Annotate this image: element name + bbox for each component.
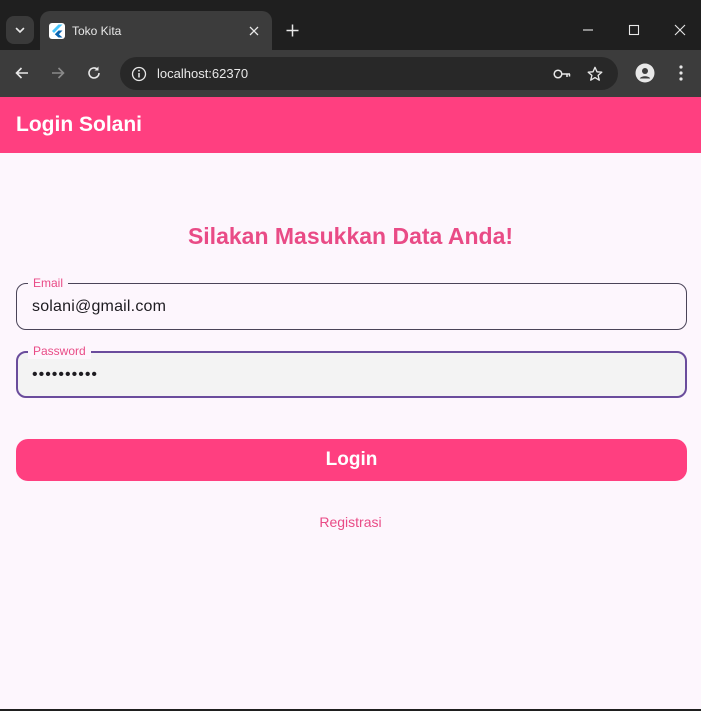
bookmark-button[interactable] [584,63,606,85]
app-bar: Login Solani [0,97,701,153]
forward-button[interactable] [46,61,70,85]
browser-tab[interactable]: Toko Kita [40,11,272,50]
login-button[interactable]: Login [16,439,687,481]
tab-list-button[interactable] [6,16,34,44]
plus-icon [286,24,298,36]
site-info-button[interactable] [128,63,150,85]
email-label: Email [28,275,69,291]
browser-menu-button[interactable] [669,61,693,85]
password-label: Password [28,343,91,359]
register-link[interactable]: Registrasi [319,514,381,530]
key-icon [553,69,571,79]
close-tab-button[interactable] [244,21,264,41]
maximize-icon [628,24,640,36]
password-manager-button[interactable] [551,63,573,85]
tab-title: Toko Kita [72,24,122,38]
reload-icon [88,66,100,79]
back-button[interactable] [10,61,34,85]
password-field[interactable]: Password •••••••••• [16,343,687,398]
browser-titlebar: Toko Kita [0,0,701,50]
close-icon [249,26,259,36]
minimize-button[interactable] [572,14,604,46]
address-bar[interactable]: localhost:62370 [120,57,618,90]
close-icon [674,24,686,36]
minimize-icon [583,29,593,31]
back-arrow-icon [15,67,28,79]
email-input[interactable]: solani@gmail.com [32,297,671,317]
app-bar-title: Login Solani [16,113,142,136]
new-tab-button[interactable] [280,18,304,42]
email-field[interactable]: Email solani@gmail.com [16,275,687,330]
maximize-button[interactable] [618,14,650,46]
close-window-button[interactable] [664,14,696,46]
password-input[interactable]: •••••••••• [32,365,670,385]
register-link-row: Registrasi [0,513,701,531]
forward-arrow-icon [52,67,65,79]
url-text[interactable]: localhost:62370 [157,66,248,82]
flutter-icon [49,23,65,39]
kebab-menu-icon [679,65,683,81]
page-heading: Silakan Masukkan Data Anda! [187,223,514,249]
page-viewport: Login Solani Silakan Masukkan Data Anda!… [0,97,701,711]
person-icon [635,63,655,83]
reload-button[interactable] [82,61,106,85]
chevron-down-icon [15,27,25,34]
info-icon [131,66,147,82]
browser-toolbar: localhost:62370 [0,50,701,97]
profile-button[interactable] [633,61,657,85]
star-icon [587,66,603,81]
login-button-label: Login [325,449,378,470]
